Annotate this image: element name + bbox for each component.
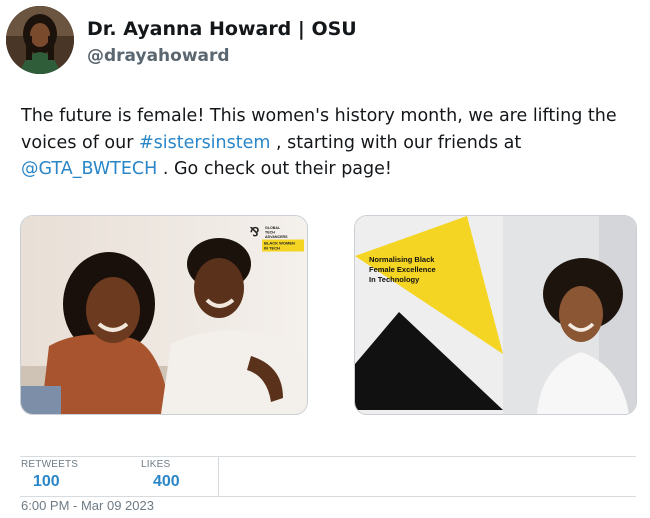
retweets-count[interactable]: 100 <box>33 473 60 491</box>
mention-link[interactable]: @GTA_BWTECH <box>21 159 157 179</box>
stats-bottom-divider <box>20 496 636 497</box>
media-image-2[interactable]: Normalising Black Female Excellence In T… <box>354 215 637 415</box>
headline-text: Female Excellence <box>369 265 436 274</box>
tweet-text-part: . Go check out their page! <box>157 159 392 179</box>
tweet-text: The future is female! This women's histo… <box>21 103 631 183</box>
logo-mark: ⅋ <box>249 225 259 239</box>
stats-top-divider <box>20 456 636 457</box>
badge-text: ADVANCERS <box>265 235 288 239</box>
author-handle[interactable]: @drayahoward <box>87 46 230 66</box>
badge-text: TECH <box>265 231 275 235</box>
stats-separator <box>218 456 219 496</box>
hashtag-link[interactable]: #sistersinstem <box>139 133 270 153</box>
badge-text: IN TECH <box>264 246 280 251</box>
avatar[interactable] <box>6 6 74 74</box>
author-name[interactable]: Dr. Ayanna Howard | OSU <box>87 18 357 40</box>
likes-label: LIKES <box>141 459 171 470</box>
headline-text: In Technology <box>369 275 420 284</box>
tweet-text-part: , starting with our friends at <box>270 132 522 153</box>
tweet-timestamp[interactable]: 6:00 PM - Mar 09 2023 <box>21 498 154 513</box>
retweets-label: RETWEETS <box>21 459 79 470</box>
likes-count[interactable]: 400 <box>153 473 180 491</box>
badge-text: GLOBAL <box>265 226 281 230</box>
media-image-1[interactable]: ⅋ GLOBAL TECH ADVANCERS BLACK WOMEN IN T… <box>20 215 308 415</box>
headline-text: Normalising Black <box>369 255 435 264</box>
